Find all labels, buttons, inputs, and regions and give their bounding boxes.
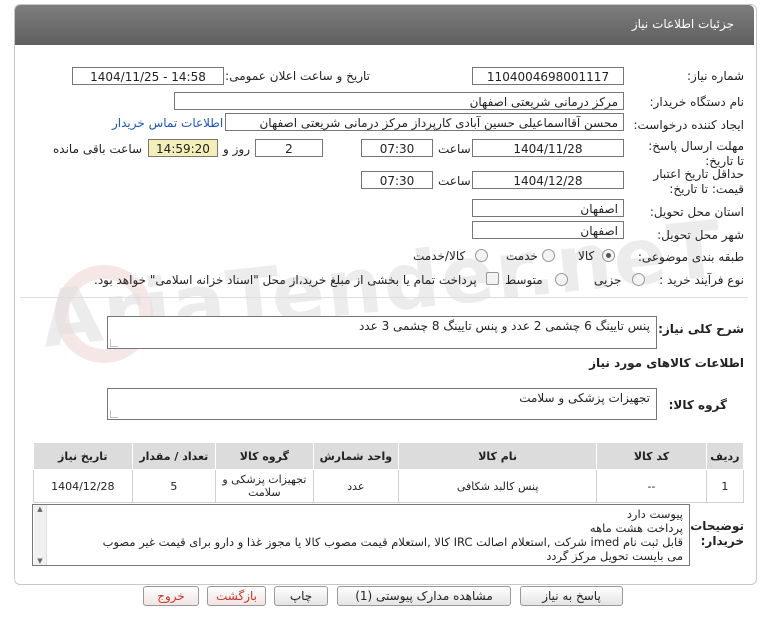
category-both-label: کالا/خدمت	[413, 249, 466, 263]
category-service-radio[interactable]	[542, 249, 555, 262]
cell-qty: 5	[131, 469, 217, 503]
attachments-button[interactable]: مشاهده مدارک پیوستی (1)	[337, 586, 511, 606]
days-remaining-field: 2	[255, 139, 323, 157]
col-date: تاریخ نیاز	[33, 442, 133, 470]
province-field: اصفهان	[472, 199, 624, 217]
validity-date-field: 1404/12/28	[472, 171, 624, 189]
panel-header: جزئیات اطلاعات نیاز	[15, 5, 754, 45]
creator-field: محسن آقااسماعیلی حسین آبادی کارپرداز مرک…	[225, 113, 624, 131]
buyer-note-line: قابل ثبت نام imed شرکت ,استعلام اصالت IR…	[102, 535, 683, 549]
summary-text: پنس تایینگ 6 چشمی 2 عدد و پنس تایینگ 8 چ…	[358, 319, 650, 333]
category-service-label: خدمت	[506, 249, 538, 263]
scroll-up-icon[interactable]: ▲	[34, 505, 46, 513]
col-qty: تعداد / مقدار	[131, 442, 217, 470]
process-medium-radio[interactable]	[555, 273, 568, 286]
buyer-note-line: پرداخت هشت ماهه	[589, 521, 683, 535]
need-number-label: شماره نیاز:	[687, 69, 744, 83]
deadline-date-field: 1404/11/28	[472, 139, 624, 157]
print-button[interactable]: چاپ	[274, 586, 328, 606]
cell-row: 1	[705, 469, 745, 503]
validity-time-field: 07:30	[361, 171, 433, 189]
reply-button[interactable]: پاسخ به نیاز	[520, 586, 623, 606]
summary-label: شرح کلی نیاز:	[658, 322, 744, 336]
goods-table: ردیف کد کالا نام کالا واحد شمارش گروه کا…	[33, 442, 745, 503]
announce-field: 1404/11/25 - 14:58	[72, 67, 224, 85]
exit-button[interactable]: خروج	[143, 586, 199, 606]
buyer-org-label: نام دستگاه خریدار:	[649, 95, 745, 109]
col-group: گروه کالا	[215, 442, 314, 470]
buyer-note-line: پیوست دارد	[626, 507, 683, 521]
city-field: اصفهان	[472, 221, 624, 239]
need-number-field: 1104004698001117	[472, 67, 624, 85]
resize-grip-icon[interactable]	[110, 339, 118, 347]
buyer-org-field: مرکز درمانی شریعتی اصفهان	[174, 92, 624, 110]
province-label: استان محل تحویل:	[649, 205, 744, 219]
validity-time-word: ساعت	[438, 174, 471, 188]
validity-label: حداقل تاریخ اعتبار قیمت: تا تاریخ:	[653, 167, 744, 196]
table-row: 1 -- پنس کالبد شکافی عدد تجهیزات پزشکی و…	[33, 469, 745, 503]
buyer-contact-link[interactable]: اطلاعات تماس خریدار	[112, 116, 223, 130]
scroll-down-icon[interactable]: ▼	[34, 557, 46, 565]
remaining-word: ساعت باقی مانده	[53, 142, 143, 156]
goods-group-textarea: تجهیزات پزشکی و سلامت	[107, 388, 657, 420]
process-medium-label: متوسط	[505, 273, 543, 287]
deadline-time-field: 07:30	[361, 139, 433, 157]
back-button[interactable]: بازگشت	[207, 586, 266, 606]
col-name: نام کالا	[398, 442, 598, 470]
cell-code: --	[596, 469, 707, 503]
summary-textarea: پنس تایینگ 6 چشمی 2 عدد و پنس تایینگ 8 چ…	[107, 316, 657, 349]
goods-section-title: اطلاعات کالاهای مورد نیاز	[589, 356, 744, 370]
category-goods-radio[interactable]	[602, 249, 615, 262]
announce-label: تاریخ و ساعت اعلان عمومی:	[225, 69, 370, 83]
col-row: ردیف	[705, 442, 745, 470]
divider	[20, 297, 748, 298]
process-label: نوع فرآیند خرید :	[659, 273, 744, 287]
col-code: کد کالا	[596, 442, 707, 470]
cell-date: 1404/12/28	[33, 469, 133, 503]
treasury-checkbox[interactable]	[486, 272, 499, 285]
goods-group-label: گروه کالا:	[668, 398, 727, 412]
payment-note: پرداخت تمام یا بخشی از مبلغ خرید،از محل …	[94, 273, 477, 287]
deadline-label: مهلت ارسال پاسخ: تا تاریخ:	[648, 139, 744, 168]
panel-title: جزئیات اطلاعات نیاز	[631, 17, 734, 31]
goods-group-text: تجهیزات پزشکی و سلامت	[519, 391, 650, 405]
buyer-notes-label: توضیحات خریدار:	[690, 519, 744, 548]
table-header-row: ردیف کد کالا نام کالا واحد شمارش گروه کا…	[33, 442, 745, 470]
category-both-radio[interactable]	[475, 249, 488, 262]
creator-label: ایجاد کننده درخواست:	[633, 118, 744, 132]
remaining-time-field: 14:59:20	[148, 139, 218, 157]
resize-grip-icon[interactable]	[110, 410, 118, 418]
process-small-label: جزیی	[594, 273, 622, 287]
city-label: شهر محل تحویل:	[657, 228, 744, 242]
col-unit: واحد شمارش	[312, 442, 400, 470]
category-goods-label: کالا	[578, 249, 595, 263]
cell-name: پنس کالبد شکافی	[398, 469, 598, 503]
cell-group: تجهیزات پزشکی و سلامت	[215, 469, 314, 503]
category-label: طبقه بندی موضوعی:	[637, 250, 744, 264]
process-small-radio[interactable]	[632, 273, 645, 286]
notes-scrollbar[interactable]: ▲ ▼	[34, 505, 47, 565]
buyer-note-line: می بایست تحویل مرکز گردد	[546, 549, 683, 563]
days-word: روز و	[223, 142, 250, 156]
buyer-notes-textarea: پیوست دارد پرداخت هشت ماهه قابل ثبت نام …	[32, 504, 690, 566]
deadline-time-word: ساعت	[438, 142, 471, 156]
cell-unit: عدد	[312, 469, 400, 503]
